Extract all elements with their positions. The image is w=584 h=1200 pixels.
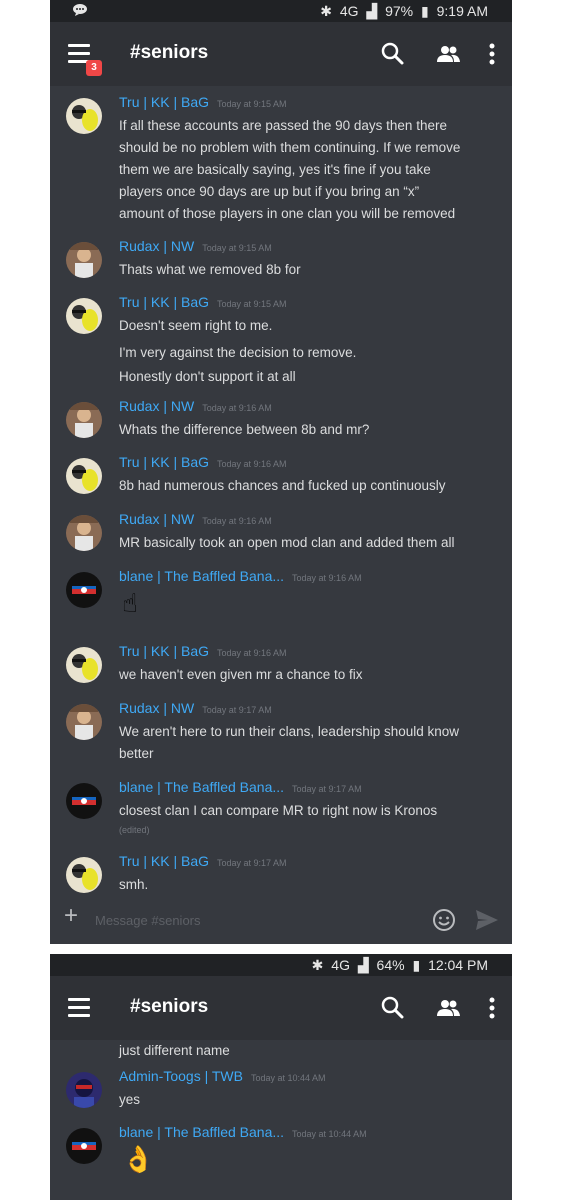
screenshot-bottom: ✱ 4G ▟ 64% ▮ 12:04 PM #seniors just diff… [50,954,512,1200]
message-text: We aren't here to run their clans, leade… [119,724,460,739]
message-text: If all these accounts are passed the 90 … [119,118,447,133]
unread-badge: 3 [86,60,102,76]
avatar[interactable] [66,783,102,819]
message-author[interactable]: Tru | KK | BaG Today at 9:16 AM [119,643,287,659]
edited-label: (edited) [119,825,150,835]
clock: 12:04 PM [428,957,488,973]
avatar[interactable] [66,1128,102,1164]
message-text: Doesn't seem right to me. [119,318,273,333]
message-timestamp: Today at 9:16 AM [202,516,272,526]
screenshot-top: ✱ 4G ▟ 97% ▮ 9:19 AM 3 #seniors Tru | KK… [50,0,512,944]
signal-icon: ▟ [366,3,378,19]
status-bar: ✱ 4G ▟ 64% ▮ 12:04 PM [50,954,512,976]
message-author[interactable]: Rudax | NW Today at 9:16 AM [119,398,272,414]
message-author[interactable]: blane | The Baffled Bana... Today at 9:17… [119,779,362,795]
hamburger-menu-icon[interactable] [68,998,90,1018]
message-text: just different name [119,1043,230,1058]
message-timestamp: Today at 10:44 AM [292,1129,367,1139]
avatar[interactable] [66,298,102,334]
message-text: I'm very against the decision to remove. [119,345,357,360]
more-options-icon[interactable] [488,994,496,1022]
message-input[interactable]: Message #seniors [95,913,201,928]
message-author[interactable]: Tru | KK | BaG Today at 9:17 AM [119,853,287,869]
message-text: Whats the difference between 8b and mr? [119,422,370,437]
signal-icon: ▟ [357,957,369,973]
battery-icon: ▮ [412,957,421,973]
message-author[interactable]: Rudax | NW Today at 9:16 AM [119,511,272,527]
avatar[interactable] [66,515,102,551]
bluetooth-icon: ✱ [320,3,332,19]
channel-title: #seniors [130,42,209,63]
message-text: Honestly don't support it at all [119,369,296,384]
network-label: 4G [331,957,350,973]
message-text: Thats what we removed 8b for [119,262,301,277]
message-author[interactable]: Rudax | NW Today at 9:15 AM [119,238,272,254]
channel-title: #seniors [130,996,209,1017]
message-text: closest clan I can compare MR to right n… [119,803,438,818]
message-text: yes [119,1092,141,1107]
message-text: them we are basically saying, yes it's f… [119,162,431,177]
message-author[interactable]: blane | The Baffled Bana... Today at 10:4… [119,1124,367,1140]
network-label: 4G [339,3,359,19]
message-timestamp: Today at 9:17 AM [202,705,272,715]
message-composer: + Message #seniors [50,894,512,944]
send-icon[interactable] [474,908,500,937]
message-author[interactable]: Admin-Toogs | TWB Today at 10:44 AM [119,1068,326,1084]
search-icon[interactable] [379,40,407,68]
message-timestamp: Today at 9:15 AM [217,299,287,309]
avatar[interactable] [66,242,102,278]
message-text: amount of those players in one clan you … [119,206,456,221]
avatar[interactable] [66,98,102,134]
message-timestamp: Today at 9:17 AM [292,784,362,794]
avatar[interactable] [66,458,102,494]
message-text: MR basically took an open mod clan and a… [119,535,455,550]
avatar[interactable] [66,1072,102,1108]
avatar[interactable] [66,857,102,893]
message-text: should be no problem with them continuin… [119,140,461,155]
battery-icon: ▮ [421,3,429,19]
message-text: 8b had numerous chances and fucked up co… [119,478,446,493]
battery-level: 64% [376,957,405,973]
message-timestamp: Today at 9:16 AM [217,648,287,658]
ok-hand-emoji: 👌 [122,1144,155,1174]
more-options-icon[interactable] [488,40,496,68]
message-timestamp: Today at 9:15 AM [202,243,272,253]
battery-level: 97% [385,3,414,19]
message-timestamp: Today at 9:17 AM [217,858,287,868]
message-author[interactable]: blane | The Baffled Bana... Today at 9:16… [119,568,362,584]
notification-icon [72,3,88,20]
members-icon[interactable] [434,994,462,1022]
avatar[interactable] [66,402,102,438]
app-bar: #seniors [50,976,512,1040]
members-icon[interactable] [434,40,462,68]
status-bar: ✱ 4G ▟ 97% ▮ 9:19 AM [50,0,512,22]
message-author[interactable]: Rudax | NW Today at 9:17 AM [119,700,272,716]
emoji-picker-icon[interactable] [432,908,456,937]
message-author[interactable]: Tru | KK | BaG Today at 9:16 AM [119,454,287,470]
avatar[interactable] [66,704,102,740]
message-text: smh. [119,877,149,892]
pointing-up-emoji: ☝ [122,588,138,618]
avatar[interactable] [66,647,102,683]
message-text: players once 90 days are up but if you b… [119,184,420,199]
message-timestamp: Today at 9:16 AM [292,573,362,583]
message-author[interactable]: Tru | KK | BaG Today at 9:15 AM [119,294,287,310]
message-text: we haven't even given mr a chance to fix [119,667,363,682]
avatar[interactable] [66,572,102,608]
message-timestamp: Today at 9:16 AM [217,459,287,469]
app-bar: 3 #seniors [50,22,512,86]
message-timestamp: Today at 9:16 AM [202,403,272,413]
message-timestamp: Today at 10:44 AM [250,1073,326,1083]
search-icon[interactable] [379,994,407,1022]
message-text: better [119,746,154,761]
clock: 9:19 AM [436,3,488,19]
bluetooth-icon: ✱ [311,957,324,973]
attach-plus-icon[interactable]: + [64,902,78,930]
message-timestamp: Today at 9:15 AM [217,99,287,109]
message-author[interactable]: Tru | KK | BaG Today at 9:15 AM [119,94,287,110]
